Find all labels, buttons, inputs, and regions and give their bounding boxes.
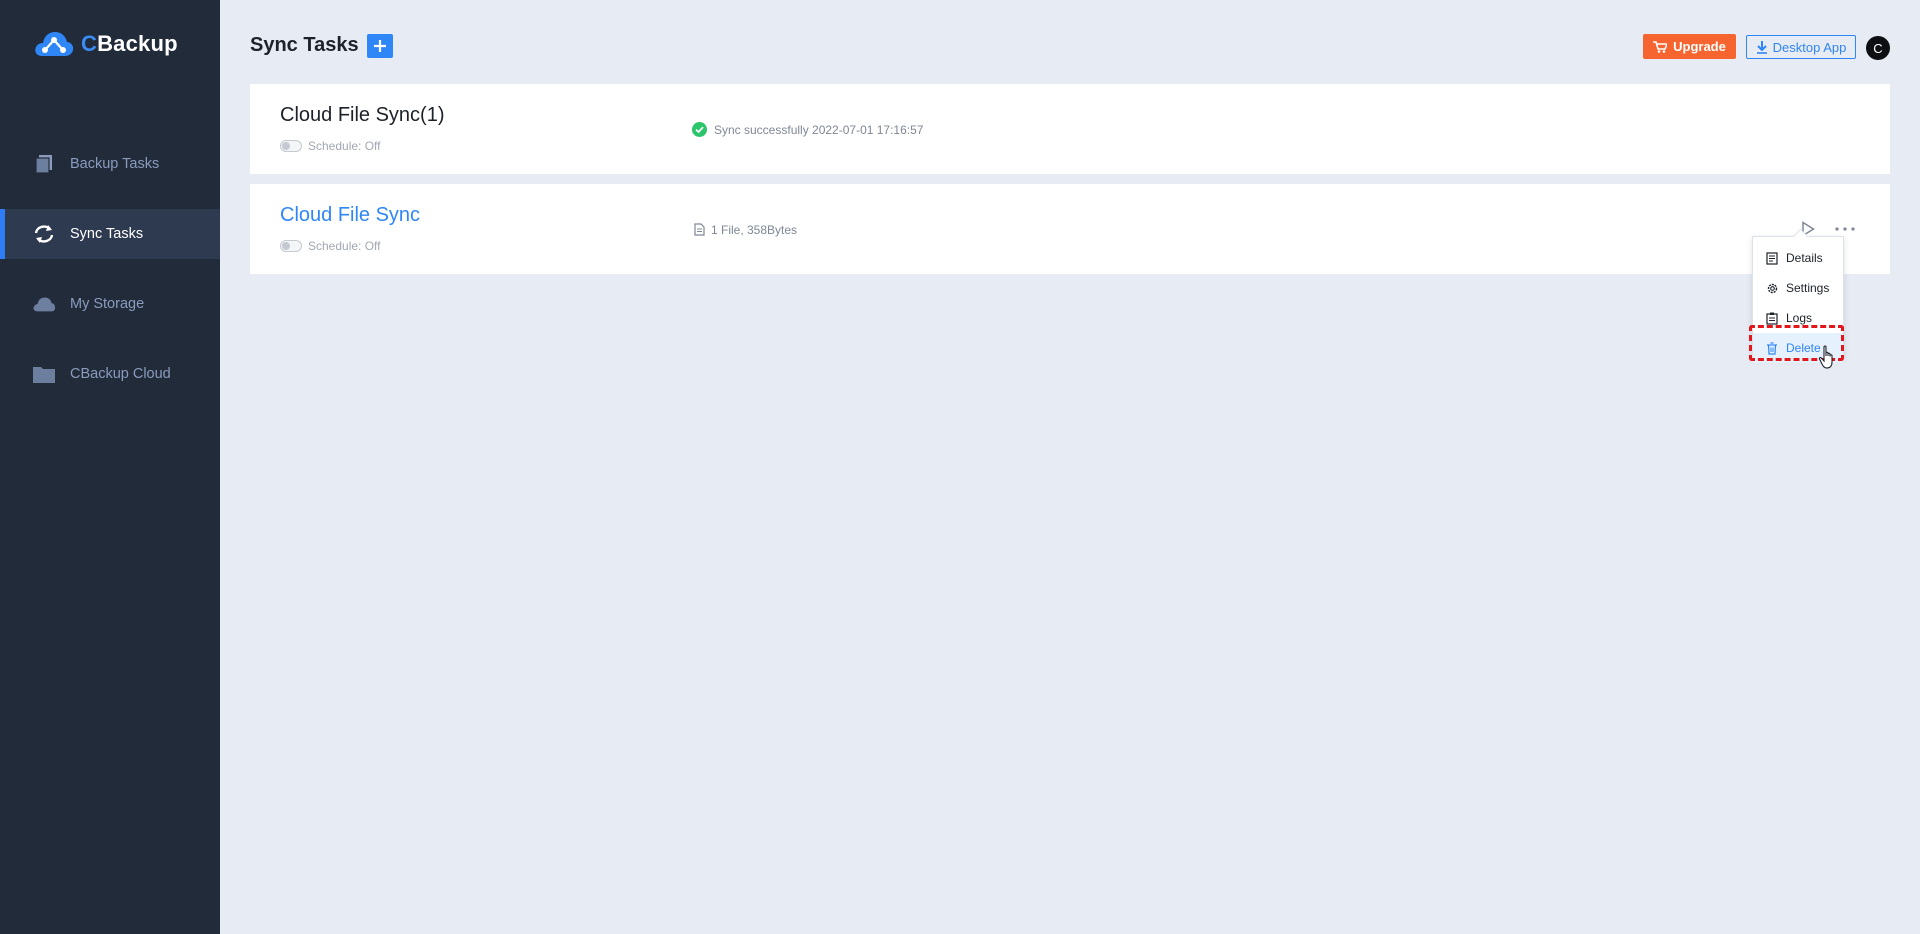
trash-icon <box>1765 341 1779 355</box>
sidebar-item-label: Backup Tasks <box>70 156 160 172</box>
app-logo[interactable]: CBackup <box>34 28 178 60</box>
sidebar-item-my-storage[interactable]: My Storage <box>0 279 220 329</box>
sidebar-item-label: CBackup Cloud <box>70 366 171 382</box>
backup-tasks-icon <box>32 152 56 176</box>
menu-item-details[interactable]: Details <box>1753 243 1843 273</box>
task-name: Cloud File Sync(1) <box>280 104 445 126</box>
success-check-icon <box>692 122 707 137</box>
app-name: CBackup <box>81 31 178 56</box>
desktop-app-label: Desktop App <box>1772 39 1847 55</box>
sidebar-item-sync-tasks[interactable]: Sync Tasks <box>0 209 220 259</box>
sync-icon <box>32 222 56 246</box>
task-file-info: 1 File, 358Bytes <box>692 222 797 237</box>
plus-icon <box>374 40 386 52</box>
menu-item-label: Details <box>1786 251 1823 265</box>
sidebar-item-backup-tasks[interactable]: Backup Tasks <box>0 139 220 189</box>
add-sync-task-button[interactable] <box>367 34 393 58</box>
task-name[interactable]: Cloud File Sync <box>280 204 420 227</box>
sidebar-item-label: My Storage <box>70 296 145 312</box>
folder-icon <box>32 362 56 386</box>
task-context-menu: Details Settings Logs Delete <box>1752 236 1844 363</box>
menu-item-label: Logs <box>1786 311 1813 325</box>
sidebar-item-cbackup-cloud[interactable]: CBackup Cloud <box>0 349 220 399</box>
hand-cursor-icon <box>1818 345 1833 369</box>
status-text: Sync successfully 2022-07-01 17:16:57 <box>714 122 924 137</box>
gear-icon <box>1765 281 1779 295</box>
schedule-label: Schedule: Off <box>308 239 381 253</box>
toggle-switch[interactable] <box>280 140 302 152</box>
menu-item-logs[interactable]: Logs <box>1753 303 1843 333</box>
menu-item-label: Delete <box>1786 341 1821 355</box>
task-status: Sync successfully 2022-07-01 17:16:57 <box>692 122 923 137</box>
page-title: Sync Tasks <box>250 34 359 56</box>
upgrade-label: Upgrade <box>1673 39 1726 54</box>
clipboard-icon <box>1765 311 1779 325</box>
file-info-text: 1 File, 358Bytes <box>711 222 798 237</box>
schedule-toggle[interactable]: Schedule: Off <box>280 139 381 153</box>
sidebar: CBackup Backup Tasks Sync Tasks My Stora… <box>0 0 220 934</box>
sidebar-item-label: Sync Tasks <box>70 226 144 242</box>
menu-item-settings[interactable]: Settings <box>1753 273 1843 303</box>
cart-icon <box>1653 40 1668 53</box>
task-card: Cloud File Sync Schedule: Off 1 File, 35… <box>250 184 1890 274</box>
menu-item-label: Settings <box>1786 281 1830 295</box>
schedule-toggle[interactable]: Schedule: Off <box>280 239 381 253</box>
task-card: Cloud File Sync(1) Schedule: Off Sync su… <box>250 84 1890 174</box>
desktop-app-button[interactable]: Desktop App <box>1746 35 1856 59</box>
user-avatar[interactable]: C <box>1866 36 1890 60</box>
file-icon <box>692 222 707 237</box>
cloud-icon <box>32 292 56 316</box>
upgrade-button[interactable]: Upgrade <box>1643 34 1736 59</box>
toggle-switch[interactable] <box>280 240 302 252</box>
cbackup-logo-icon <box>35 32 74 56</box>
schedule-label: Schedule: Off <box>308 139 381 153</box>
details-icon <box>1765 251 1779 265</box>
more-dots-icon <box>1835 227 1855 231</box>
download-icon <box>1756 41 1767 54</box>
